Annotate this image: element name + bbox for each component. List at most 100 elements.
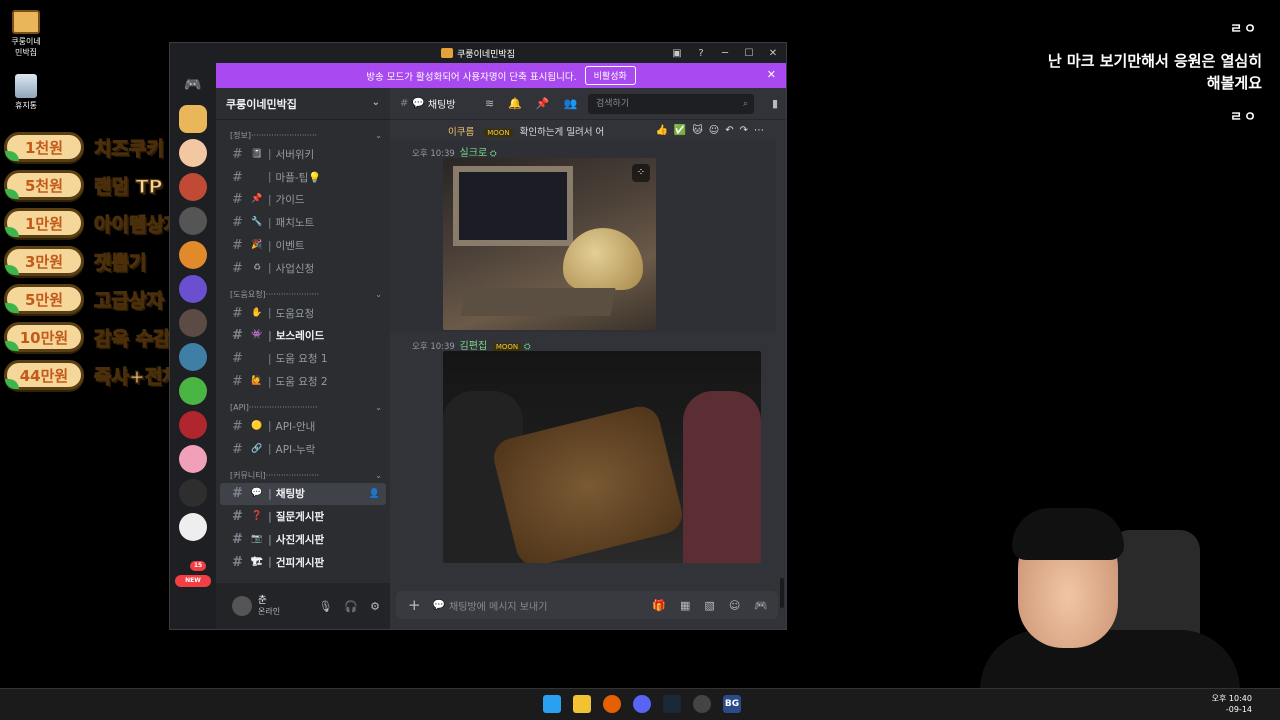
check-icon[interactable]: ✅ (674, 125, 686, 136)
streamer-mode-banner: 방송 모드가 활성화되어 사용자명이 단축 표시됩니다. 비활성화 ✕ (216, 63, 786, 88)
donation-reward: 랜덤 TP (93, 175, 163, 198)
steam-icon[interactable] (663, 695, 681, 713)
channel-divider: | (268, 239, 272, 252)
channel-item[interactable]: # 🔧 | 패치노트 (220, 211, 386, 234)
donation-amount: 44만원 (4, 360, 84, 390)
cat-icon[interactable]: 🐱 (692, 125, 702, 136)
banner-close-icon[interactable]: ✕ (767, 68, 776, 81)
server-icon[interactable] (179, 241, 207, 269)
help-icon[interactable]: ? (692, 45, 710, 61)
server-icon[interactable] (179, 275, 207, 303)
clock-time: 오후 10:40 (1211, 694, 1252, 703)
channel-category[interactable]: [정보]·························· ⌄ (216, 129, 390, 143)
server-icon[interactable] (179, 445, 207, 473)
thumbs-up-icon[interactable]: 👍 (655, 125, 667, 136)
hash-icon: # (232, 169, 243, 185)
inbox-window-icon[interactable]: ▣ (668, 45, 686, 61)
more-icon[interactable]: ⋯ (754, 125, 764, 136)
server-icon[interactable] (179, 207, 207, 235)
disable-button[interactable]: 비활성화 (584, 66, 636, 85)
channel-item[interactable]: # 🔗 | API-누락 (220, 438, 386, 461)
channel-item[interactable]: # 👾 | 보스레이드 (220, 325, 386, 348)
server-icon[interactable] (179, 139, 207, 167)
headphones-icon[interactable]: 🎧 (344, 600, 358, 613)
hash-icon: # (232, 554, 243, 570)
activities-icon[interactable]: 🎮 (754, 599, 768, 612)
channel-item[interactable]: # 💬 | 채팅방 👤 (220, 482, 386, 506)
gif-icon[interactable]: ▦ (680, 599, 690, 612)
server-icon-minbakjip[interactable] (179, 105, 207, 133)
channel-item[interactable]: # ❓ | 질문게시판 (220, 505, 386, 528)
channel-item[interactable]: # 📷 | 사진게시판 (220, 528, 386, 551)
server-icon[interactable] (179, 513, 207, 541)
desktop-icon-recycle-bin[interactable]: 휴지통 (6, 74, 46, 111)
message-composer[interactable]: + 💬 채팅방에 메시지 보내기 🎁 ▦ ▧ ☺ 🎮 (396, 591, 778, 619)
channel-category[interactable]: [도움요청]····················· ⌄ (216, 288, 390, 302)
server-icon[interactable] (179, 411, 207, 439)
channel-emoji: 🎉 (251, 240, 263, 251)
user-name: 춘 (258, 595, 267, 606)
maximize-button[interactable]: ☐ (740, 45, 758, 61)
message-image-coffin[interactable] (443, 351, 761, 563)
add-reaction-icon[interactable]: ☺ (709, 125, 719, 136)
discord-home-icon[interactable]: 🎮 (179, 71, 207, 99)
channel-item[interactable]: # 🙋 | 도움 요청 2 (220, 370, 386, 393)
bg-app-icon[interactable]: BG (723, 695, 741, 713)
scrollbar[interactable] (780, 578, 784, 608)
server-header[interactable]: 쿠룽이네민박집 ⌄ (216, 88, 390, 120)
channel-item[interactable]: # | 도움 요청 1 (220, 347, 386, 370)
system-clock[interactable]: 오후 10:40 -09-14 (1212, 693, 1252, 715)
emoji-icon[interactable]: ☺ (729, 599, 740, 612)
avatar[interactable] (232, 596, 252, 616)
sticker-icon[interactable]: ▧ (704, 599, 714, 612)
file-explorer-icon[interactable] (573, 695, 591, 713)
forward-icon[interactable]: ↷ (740, 125, 748, 136)
image-options-icon[interactable]: ⁘ (632, 164, 650, 182)
inbox-icon[interactable]: ▮ (772, 97, 778, 110)
minimize-button[interactable]: ─ (716, 45, 734, 61)
channel-divider: | (268, 487, 272, 500)
threads-icon[interactable]: ≋ (485, 97, 494, 110)
channel-divider: | (268, 556, 272, 569)
message-image-skull[interactable]: ⁘ (443, 158, 656, 330)
channel-category[interactable]: [커뮤니티]····················· ⌄ (216, 469, 390, 483)
chevron-down-icon: ⌄ (375, 289, 382, 299)
close-button[interactable]: ✕ (764, 45, 782, 61)
channel-divider: | (268, 352, 272, 365)
channel-item[interactable]: # 📓 | 서버위키 (220, 143, 386, 166)
channel-item[interactable]: # 🏗 | 건피게시판 (220, 551, 386, 574)
channel-item[interactable]: # 📌 | 가이드 (220, 189, 386, 212)
microphone-icon[interactable]: 🎙 (318, 600, 332, 613)
server-icon[interactable] (179, 309, 207, 337)
reply-icon[interactable]: ↶ (725, 125, 733, 136)
desktop-icon-minbakjip[interactable]: 쿠룽이네 민박집 (6, 10, 46, 58)
channel-item[interactable]: # ♻ | 사업신청 (220, 257, 386, 280)
search-input[interactable]: 검색하기 ⌕ (588, 94, 754, 114)
channel-item[interactable]: # 🎉 | 이벤트 (220, 234, 386, 257)
channel-sidebar: 쿠룽이네민박집 ⌄ [정보]··························… (216, 88, 390, 629)
channel-item[interactable]: # ✋ | 도움요청 (220, 302, 386, 325)
channel-item[interactable]: # | 마플-팁💡 (220, 166, 386, 189)
timer-app-icon[interactable] (693, 695, 711, 713)
discord-icon[interactable] (633, 695, 651, 713)
add-member-icon[interactable]: 👤 (369, 489, 380, 499)
server-icon[interactable] (179, 173, 207, 201)
server-icon[interactable] (179, 377, 207, 405)
add-attachment-icon[interactable]: + (408, 596, 421, 614)
firefox-icon[interactable] (603, 695, 621, 713)
pin-icon[interactable]: 📌 (536, 97, 550, 110)
channel-name: 도움요청 (275, 307, 315, 320)
hash-icon: # (232, 192, 243, 208)
members-icon[interactable]: 👥 (564, 97, 578, 110)
bell-icon[interactable]: 🔔 (508, 97, 522, 110)
gear-icon[interactable]: ⚙ (370, 600, 380, 613)
server-icon[interactable] (179, 343, 207, 371)
windows-start-icon[interactable] (543, 695, 561, 713)
donation-amount: 10만원 (4, 322, 84, 352)
minbakjip-app-icon (12, 10, 40, 34)
gift-icon[interactable]: 🎁 (652, 599, 666, 612)
channel-item[interactable]: # 🟡 | API-안내 (220, 415, 386, 438)
channel-category[interactable]: [API]··························· ⌄ (216, 401, 390, 415)
channel-emoji: 🔗 (251, 443, 263, 454)
server-icon[interactable] (179, 479, 207, 507)
